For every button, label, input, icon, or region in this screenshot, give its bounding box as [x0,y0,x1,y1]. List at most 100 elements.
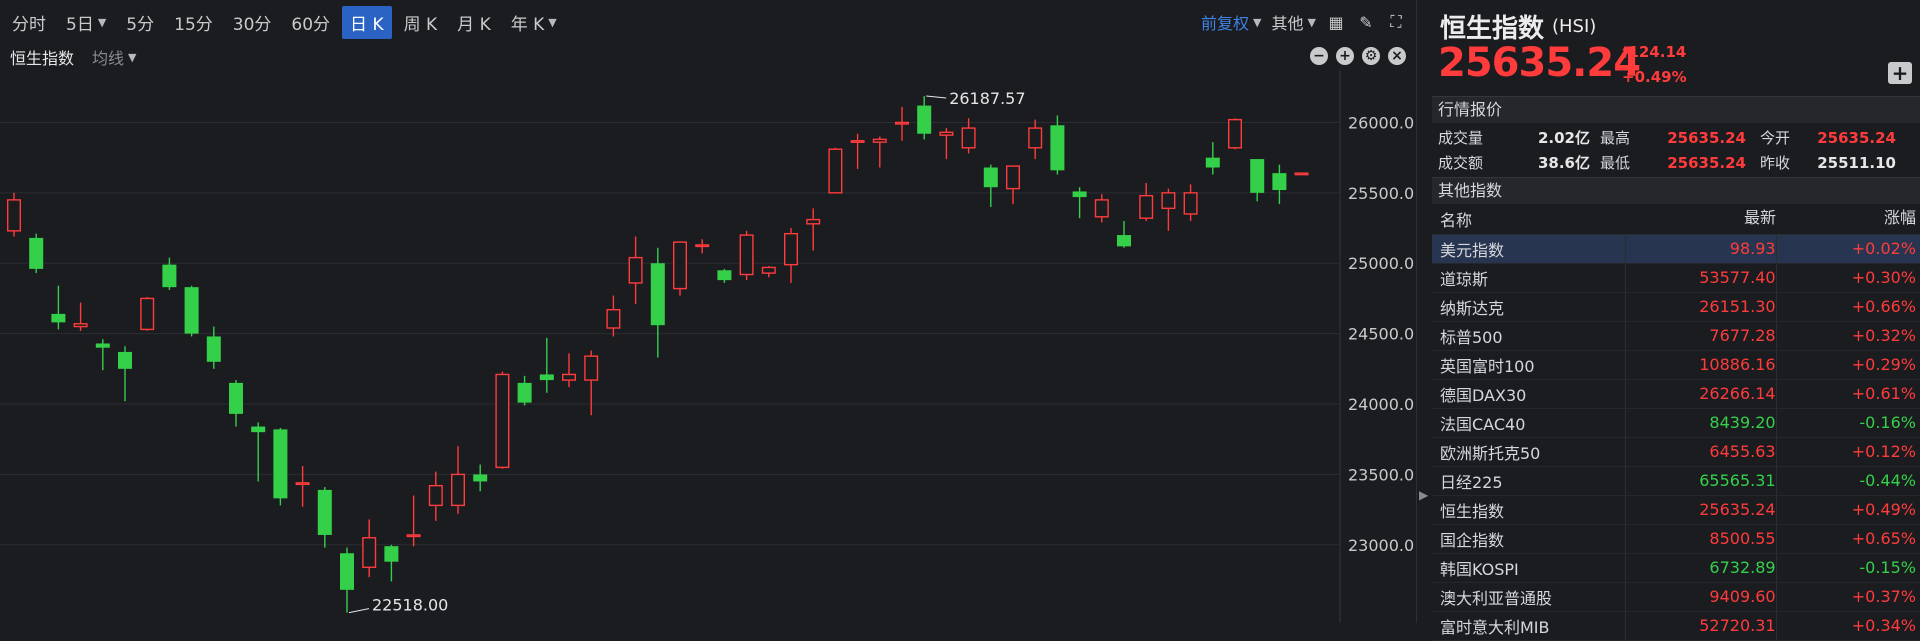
candle-body-up [695,244,710,248]
candle-body-up [428,484,443,507]
timeframe-tab[interactable]: 60分 [283,6,338,39]
timeframe-tab[interactable]: 分时 [4,6,54,39]
index-row[interactable]: 法国CAC40 8439.20 -0.16% [1432,409,1920,438]
quote-row: 成交额 38.6亿 最低 25635.24 昨收 25511.10 [1438,150,1914,175]
y-tick-label: 26000.0 [1348,113,1414,132]
high-label: 最高 [1600,129,1631,147]
candle-body-up [562,373,577,381]
index-row-name: 日经225 [1440,473,1503,492]
collapse-arrow-icon[interactable]: ▶ [1419,488,1431,508]
candle-body-down [273,429,288,499]
index-row[interactable]: 美元指数 98.93 +0.02% [1432,235,1920,264]
indicator-name: 恒生指数 [10,49,75,68]
index-row-last: 6455.63 [1625,438,1776,466]
other-select[interactable]: 其他 ▼ [1272,10,1316,34]
index-row-name: 英国富时100 [1440,357,1535,376]
draw-pen-icon[interactable]: ✎ [1356,12,1376,32]
index-row[interactable]: 德国DAX30 26266.14 +0.61% [1432,380,1920,409]
candle-body-up [495,373,510,469]
plus-icon[interactable]: + [1336,47,1354,65]
add-watchlist-button[interactable]: + [1888,61,1912,85]
candle-body-up [6,199,22,232]
index-row[interactable]: 韩国KOSPI 6732.89 -0.15% [1432,554,1920,583]
candle-body-up [362,537,377,569]
col-change[interactable]: 涨幅 [1776,204,1920,234]
candle-body-up [584,355,599,381]
candle-body-up [739,234,754,276]
app-root: 分时 5日 ▼ 5分 15分 30分 60分日 K周 K 月 K 年 K ▼ 前复权 ▼ 其他 ▼… [0,0,1920,641]
candle-body-down [29,237,44,269]
chevron-down-icon: ▼ [1307,15,1316,29]
index-row[interactable]: 纳斯达克 26151.30 +0.66% [1432,293,1920,322]
timeframe-toolbar: 分时 5日 ▼ 5分 15分 30分 60分日 K周 K 月 K 年 K ▼ 前复权 ▼ 其他 ▼… [0,0,1416,44]
candle-body-up [784,232,799,266]
ma-select[interactable]: 均线 ▼ [92,45,136,69]
index-row-last: 9409.60 [1625,583,1776,611]
index-row-change: +0.34% [1775,612,1920,640]
y-tick-label: 25500.0 [1348,184,1414,203]
candlestick-chart[interactable]: 26000.0 25500.0 25000.0 24500.0 24000.0 23500… [0,70,1416,623]
index-row-change: +0.02% [1775,235,1920,263]
index-row[interactable]: 日经225 65565.31 -0.44% [1432,467,1920,496]
timeframe-tab[interactable]: 周 K [396,6,446,39]
chevron-down-icon: ▼ [97,15,107,29]
index-row[interactable]: 欧洲斯托克50 6455.63 +0.12% [1432,438,1920,467]
candle-body-down [1250,159,1265,193]
other-indices-list: 美元指数 98.93 +0.02% 道琼斯 53577.40 +0.30% 纳斯达克 2615… [1432,235,1920,641]
index-row-change: +0.66% [1775,293,1920,321]
timeframe-tab[interactable]: 日 K [342,5,392,39]
index-row[interactable]: 国企指数 8500.55 +0.65% [1432,525,1920,554]
candle-body-up [1006,165,1021,190]
index-row-last: 7677.28 [1625,322,1776,350]
index-row-name: 国企指数 [1440,531,1505,550]
index-row-last: 52720.31 [1625,612,1776,640]
fullscreen-icon[interactable]: ⛶ [1386,12,1406,32]
minus-icon[interactable]: − [1310,47,1328,65]
candle-body-up [673,241,688,290]
timeframe-label: 月 K [457,14,491,35]
chevron-down-icon: ▼ [548,15,557,29]
timeframe-tab[interactable]: 5日 ▼ [58,6,114,39]
open-label: 今开 [1760,129,1791,147]
high-annotation: 26187.57 [949,89,1025,108]
index-row[interactable]: 标普500 7677.28 +0.32% [1432,322,1920,351]
index-row-name: 纳斯达克 [1440,299,1505,318]
index-row-change: +0.65% [1775,525,1920,553]
timeframe-tab[interactable]: 年 K ▼ [503,6,565,39]
timeframe-tab[interactable]: 月 K [449,6,499,39]
toolbar-right: 前复权 ▼ 其他 ▼ ▦ ✎ ⛶ [1201,10,1406,34]
close-icon[interactable]: × [1388,47,1406,65]
index-row[interactable]: 英国富时100 10886.16 +0.29% [1432,351,1920,380]
index-row-name: 美元指数 [1440,241,1505,260]
low-annotation: 22518.00 [372,596,448,615]
candle-body-down [95,343,110,348]
index-row-change: +0.32% [1775,322,1920,350]
chevron-down-icon: ▼ [128,50,137,64]
volume-value: 2.02亿 [1537,129,1590,147]
candle-body-up [1183,192,1198,215]
adjust-select[interactable]: 前复权 ▼ [1201,10,1261,34]
candle-body-down [162,264,177,288]
candle-body-down [650,263,665,326]
quote-row: 成交量 2.02亿 最高 25635.24 今开 25635.24 [1438,125,1914,150]
candle-body-up [872,138,887,143]
gear-icon[interactable]: ⚙ [1362,47,1380,65]
index-row[interactable]: 恒生指数 25635.24 +0.49% [1432,496,1920,525]
candle-body-up [1094,199,1109,218]
timeframe-tab[interactable]: 30分 [225,6,280,39]
candle-body-down [184,287,199,334]
candle-body-down [1072,191,1087,198]
quote-section-title: 行情报价 [1432,96,1920,123]
index-code: (HSI) [1552,16,1597,37]
index-header: 恒生指数 (HSI) 25635.24 🠕124.14 +0.49% + [1432,0,1920,96]
grid-layout-icon[interactable]: ▦ [1326,12,1346,32]
timeframe-tab[interactable]: 15分 [166,6,221,39]
col-last[interactable]: 最新 [1626,204,1776,234]
prev-close-value: 25511.10 [1817,153,1896,172]
timeframe-tab[interactable]: 5分 [118,6,162,39]
low-value: 25635.24 [1667,153,1746,172]
index-row[interactable]: 道琼斯 53577.40 +0.30% [1432,264,1920,293]
index-row[interactable]: 澳大利亚普通股 9409.60 +0.37% [1432,583,1920,612]
index-row[interactable]: 富时意大利MIB 52720.31 +0.34% [1432,612,1920,641]
candle-body-up [895,121,910,125]
